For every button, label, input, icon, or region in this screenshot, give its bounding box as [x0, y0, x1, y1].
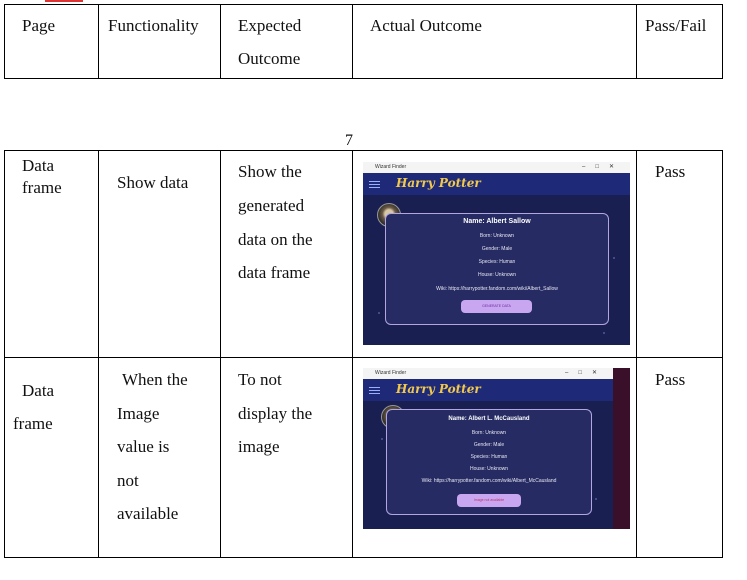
character-name: Name: Albert Sallow	[463, 218, 531, 225]
generate-data-button[interactable]: GENERATE DATA	[461, 300, 532, 313]
row2-expected-line3: image	[238, 437, 280, 456]
row2-functionality-line5: available	[117, 504, 179, 523]
menu-icon[interactable]	[369, 181, 380, 188]
row1-expected-line4: data frame	[238, 263, 311, 282]
character-house: House: Unknown	[477, 272, 517, 278]
window-titlebar: Wizard Finder –□✕	[363, 368, 613, 379]
row2-functionality-line2: Image	[117, 404, 160, 423]
image-not-available-button[interactable]: Image not available	[457, 494, 521, 507]
row2-functionality-line4: not	[117, 471, 139, 490]
row2-page-line2: frame	[13, 414, 53, 433]
header-expected-line2: Outcome	[238, 49, 301, 68]
row1-page-line1: Data	[22, 156, 55, 175]
header-functionality: Functionality	[108, 16, 199, 35]
header-expected-line1: Expected	[238, 16, 302, 35]
app-header: Harry Potter	[363, 379, 613, 401]
app-logo: Harry Potter	[396, 176, 481, 190]
header-actual-outcome: Actual Outcome	[370, 16, 482, 35]
menu-icon[interactable]	[369, 387, 380, 394]
character-card: Name: Albert L. McCausland Born: Unknown…	[386, 409, 592, 515]
row2-functionality-line1: When the	[122, 370, 188, 389]
character-house: House: Unknown	[469, 466, 509, 472]
header-page: Page	[22, 16, 56, 35]
character-species: Species: Human	[478, 259, 516, 265]
row1-app-screenshot: Wizard Finder –□✕ Harry Potter Name: Alb…	[363, 162, 630, 345]
character-species: Species: Human	[470, 454, 508, 460]
row2-expected-line1: To not	[238, 370, 282, 389]
window-controls: –□✕	[565, 370, 607, 376]
row2-functionality-line3: value is	[117, 437, 170, 456]
row2-result: Pass	[655, 370, 686, 389]
background-window-edge	[613, 368, 630, 529]
character-born: Born: Unknown	[471, 430, 507, 436]
row1-functionality: Show data	[117, 173, 189, 192]
window-titlebar: Wizard Finder –□✕	[363, 162, 630, 173]
window-title: Wizard Finder	[375, 370, 407, 376]
row2-expected-line2: display the	[238, 404, 313, 423]
app-header: Harry Potter	[363, 173, 630, 195]
window-controls: –□✕	[582, 164, 624, 170]
character-born: Born: Unknown	[479, 233, 515, 239]
row2-app-screenshot: Wizard Finder –□✕ Harry Potter Name: Alb…	[363, 368, 630, 529]
character-gender: Gender: Male	[473, 442, 505, 448]
row1-expected-line1: Show the	[238, 162, 302, 181]
character-gender: Gender: Male	[481, 246, 513, 252]
red-mark	[45, 0, 83, 2]
row1-expected-line3: data on the	[238, 230, 313, 249]
header-pass-fail: Pass/Fail	[645, 16, 707, 35]
row1-result: Pass	[655, 162, 686, 181]
character-wiki: Wiki: https://harrypotter.fandom.com/wik…	[436, 286, 558, 292]
app-logo: Harry Potter	[396, 382, 481, 396]
window-title: Wizard Finder	[375, 164, 407, 170]
row1-expected-line2: generated	[238, 196, 305, 215]
row1-page-line2: frame	[22, 178, 62, 197]
character-card: Name: Albert Sallow Born: Unknown Gender…	[385, 213, 609, 325]
character-wiki: Wiki: https://harrypotter.fandom.com/wik…	[421, 478, 557, 484]
character-name: Name: Albert L. McCausland	[448, 416, 530, 422]
row2-page-line1: Data	[22, 381, 55, 400]
